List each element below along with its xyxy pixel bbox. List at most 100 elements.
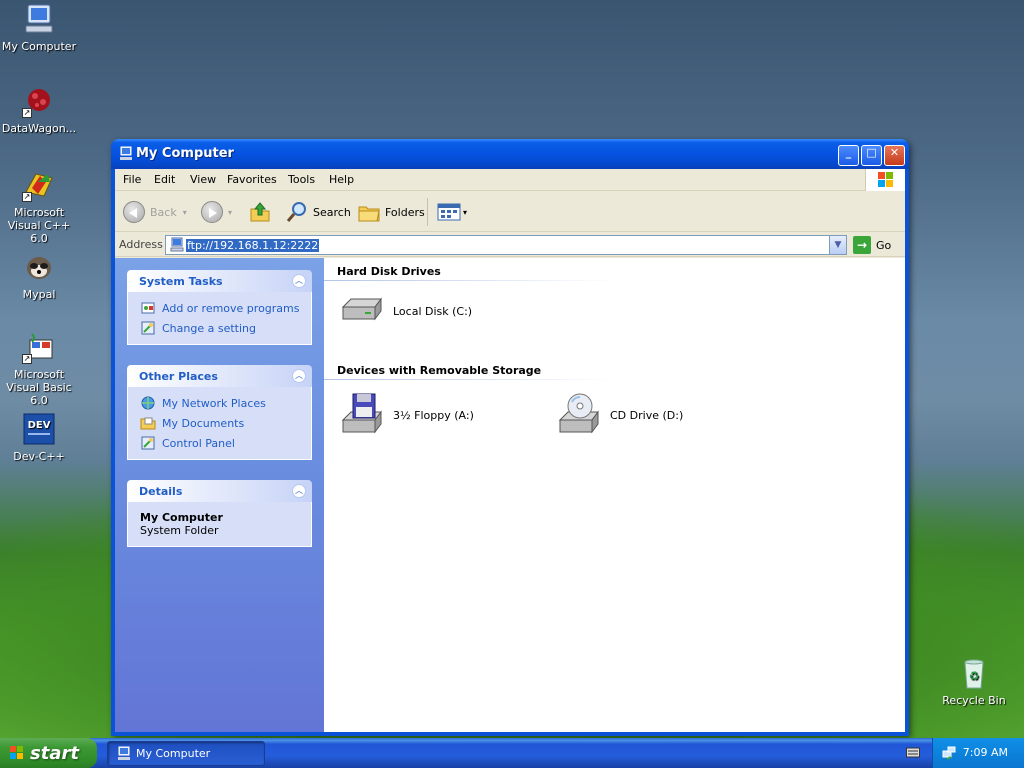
views-dropdown-icon: ▾ [463,207,468,217]
hard-disk-section-title: Hard Disk Drives [337,265,441,278]
address-dropdown-button[interactable]: ▼ [829,236,846,254]
details-type: System Folder [140,524,219,537]
window-body: File Edit View Favorites Tools Help Back… [115,169,905,732]
drive-label: 3½ Floppy (A:) [393,408,474,422]
address-input[interactable]: ftp://192.168.1.12:2222 ▼ [165,235,847,255]
shortcut-arrow-icon: ↗ [22,192,32,202]
search-button[interactable]: Search [285,200,351,224]
section-divider [324,379,614,380]
other-places-panel: Other Places ︿ My Network Places My Docu… [127,365,312,460]
visual-basic-icon: ↗ [22,330,56,364]
desktop-icon-datawagon[interactable]: ↗ DataWagon... [0,84,79,135]
desktop-icon-my-computer[interactable]: My Computer [0,2,79,53]
other-places-body: My Network Places My Documents Control P… [127,387,312,460]
go-label: Go [876,238,892,252]
menu-file[interactable]: File [123,173,141,186]
system-tasks-panel: System Tasks ︿ Add or remove programs Ch… [127,270,312,345]
mypal-icon [22,250,56,284]
system-tasks-body: Add or remove programs Change a setting [127,292,312,345]
other-places-header[interactable]: Other Places ︿ [127,365,312,387]
desktop-icon-devcpp[interactable]: DEV Dev-C++ [0,412,79,463]
system-tasks-header[interactable]: System Tasks ︿ [127,270,312,292]
collapse-chevron-icon[interactable]: ︿ [292,369,306,383]
toolbar: Back ▾ ▾ Search Folders ▾ [115,192,905,232]
details-panel: Details ︿ My Computer System Folder [127,480,312,547]
clock[interactable]: 7:09 AM [963,746,1008,759]
up-folder-icon [250,202,270,222]
devcpp-icon: DEV [22,412,56,446]
desktop-icon-visual-cpp[interactable]: ↗ Microsoft Visual C++ 6.0 [0,168,79,245]
address-value: ftp://192.168.1.12:2222 [186,239,320,252]
back-button[interactable]: Back ▾ [123,200,187,224]
desktop-icon-mypal[interactable]: Mypal [0,250,79,301]
my-computer-icon [22,2,56,36]
menu-help[interactable]: Help [329,173,354,186]
my-computer-icon [118,146,134,162]
keyboard-icon [906,747,920,758]
close-icon: ✕ [889,146,900,159]
drive-cd-d[interactable]: CD Drive (D:) [556,392,683,438]
control-panel-icon [141,321,155,335]
details-header[interactable]: Details ︿ [127,480,312,502]
hard-disk-icon [341,297,382,321]
title-bar[interactable]: My Computer _ □ ✕ [111,139,909,169]
window-title: My Computer [136,146,234,161]
menu-tools[interactable]: Tools [288,173,315,186]
task-add-remove-programs[interactable]: Add or remove programs [140,298,311,318]
section-divider [324,280,614,281]
desktop-icon-label: Mypal [22,288,56,301]
menu-bar: File Edit View Favorites Tools Help [115,169,905,191]
views-button[interactable]: ▾ [437,200,467,224]
content-pane: Hard Disk Drives Local Disk (C:) Devices… [324,258,905,732]
forward-button[interactable]: ▾ [201,200,232,224]
drive-label: CD Drive (D:) [610,408,684,422]
network-places-icon [141,396,155,410]
details-name: My Computer [140,511,223,524]
task-label: Add or remove programs [162,301,300,315]
start-button[interactable]: start [0,738,97,768]
desktop-icon-label: Dev-C++ [13,450,65,463]
desktop-icon-recycle-bin[interactable]: ♻ Recycle Bin [934,656,1014,707]
control-panel-icon [141,436,155,450]
up-folder-button[interactable] [249,200,271,224]
task-change-setting[interactable]: Change a setting [140,318,311,338]
menu-favorites[interactable]: Favorites [227,173,277,186]
folders-label: Folders [385,205,425,219]
views-icon [437,203,461,221]
shortcut-arrow-icon: ↗ [22,354,32,364]
maximize-button[interactable]: □ [861,145,882,166]
close-button[interactable]: ✕ [884,145,905,166]
datawagon-icon: ↗ [22,84,56,118]
desktop-icon-label: DataWagon... [1,122,77,135]
drive-label: Local Disk (C:) [393,304,473,318]
collapse-chevron-icon[interactable]: ︿ [292,484,306,498]
place-control-panel[interactable]: Control Panel [140,433,311,453]
chevron-down-icon: ▼ [834,240,842,250]
cd-drive-icon [558,393,599,434]
minimize-button[interactable]: _ [838,145,859,166]
visual-cpp-icon: ↗ [22,168,56,202]
windows-logo-icon [10,746,23,759]
menu-view[interactable]: View [190,173,216,186]
explorer-window: My Computer _ □ ✕ File Edit View Favorit… [111,139,909,736]
network-tray-icon [942,746,956,760]
folders-button[interactable]: Folders [357,200,425,224]
collapse-chevron-icon[interactable]: ︿ [292,274,306,288]
desktop-icon-label: Microsoft Visual C++ 6.0 [7,206,71,245]
my-computer-icon [118,746,130,760]
drive-floppy-a[interactable]: 3½ Floppy (A:) [339,392,474,438]
go-button[interactable]: → Go [853,236,891,254]
menu-edit[interactable]: Edit [154,173,175,186]
task-label: Change a setting [162,321,256,335]
system-tray: 7:09 AM [932,738,1024,768]
recycle-bin-icon: ♻ [957,656,991,690]
drive-local-disk-c[interactable]: Local Disk (C:) [339,295,472,327]
desktop-icon-visual-basic[interactable]: ↗ Microsoft Visual Basic 6.0 [0,330,79,407]
svg-text:♻: ♻ [969,669,980,683]
place-my-network-places[interactable]: My Network Places [140,393,311,413]
windows-logo-icon [865,169,905,191]
back-dropdown-icon: ▾ [182,207,187,217]
start-label: start [30,742,79,764]
place-my-documents[interactable]: My Documents [140,413,311,433]
taskbar-item-my-computer[interactable]: My Computer [107,741,265,766]
